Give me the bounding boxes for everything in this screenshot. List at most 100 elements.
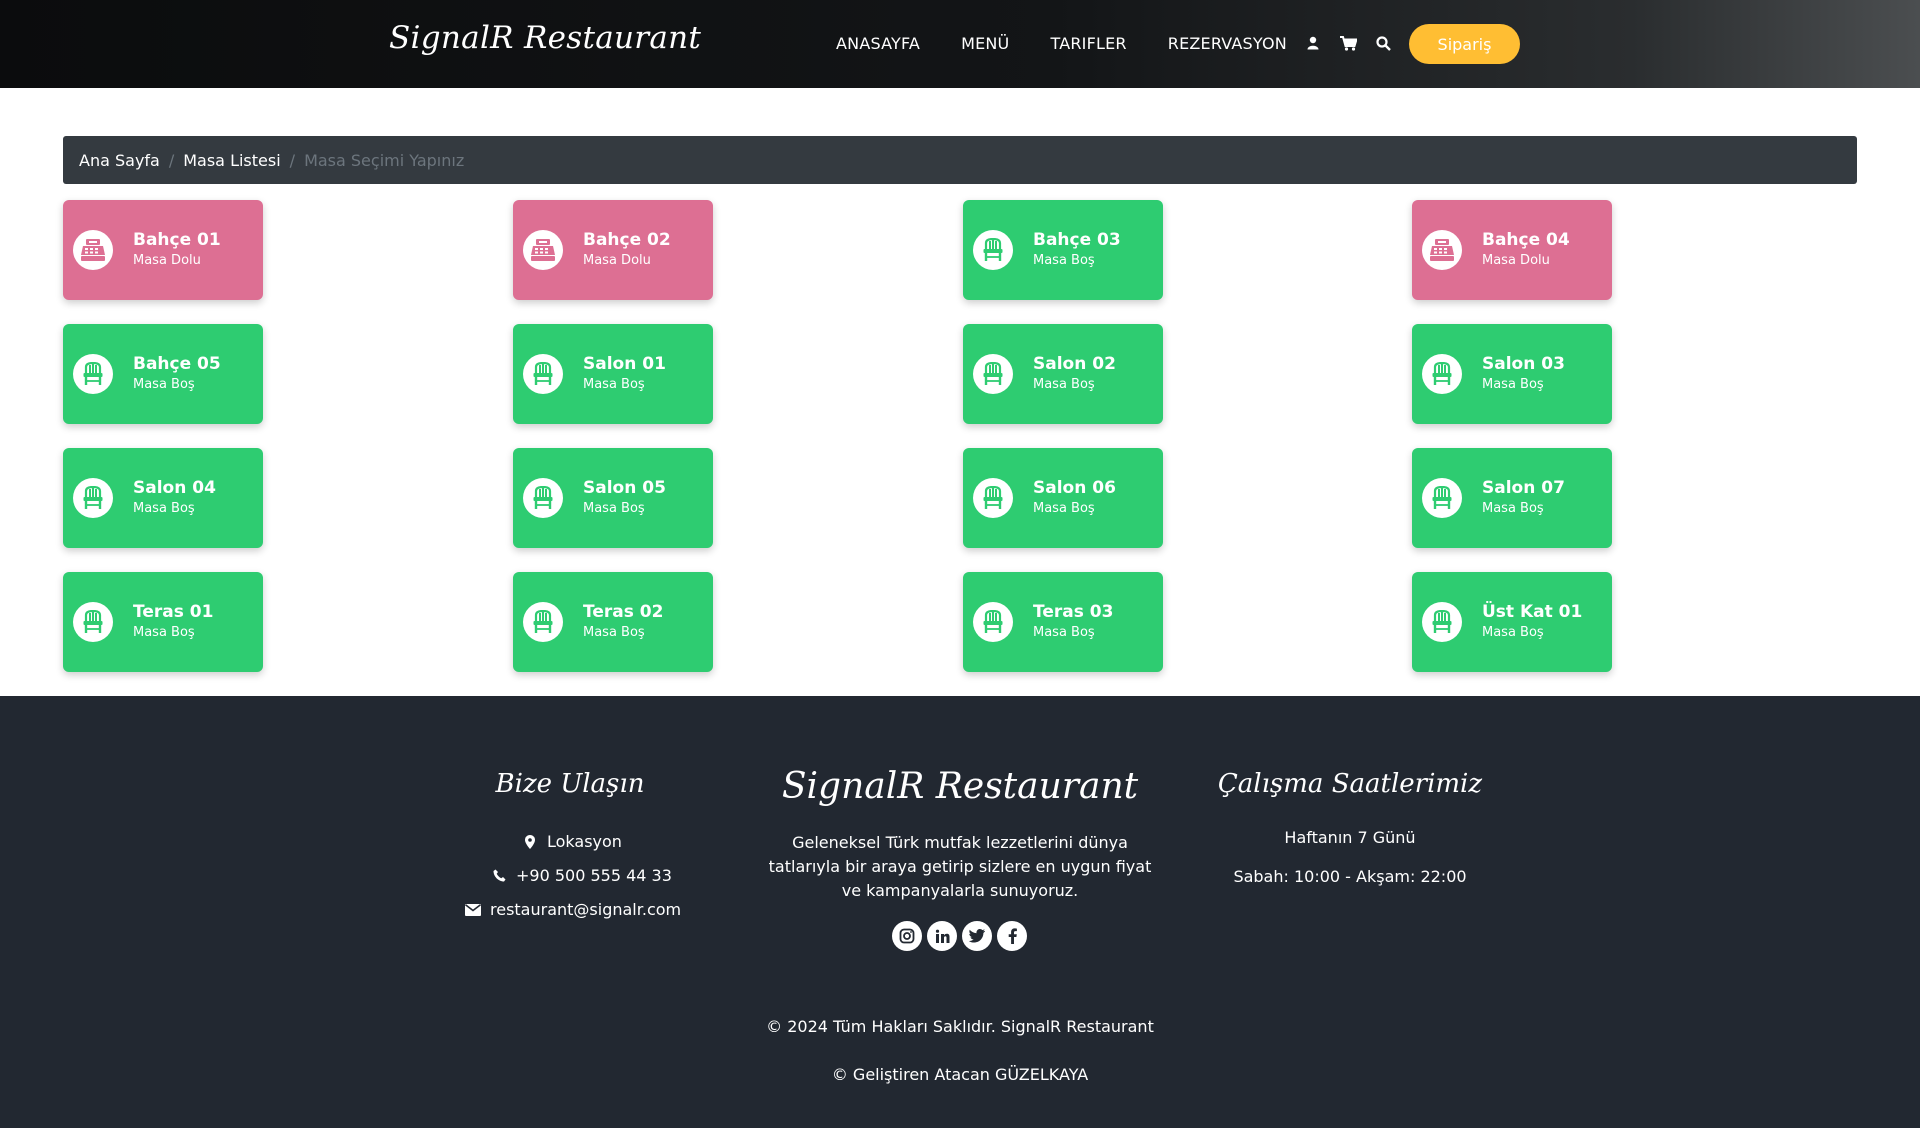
table-card-free[interactable]: Salon 05 Masa Boş: [513, 448, 713, 548]
envelope-icon: [464, 901, 482, 919]
table-status: Masa Boş: [1482, 501, 1544, 516]
table-name: Teras 01: [133, 602, 214, 622]
table-card-free[interactable]: Teras 02 Masa Boş: [513, 572, 713, 672]
about-line: ve kampanyalarla sunuyoruz.: [841, 881, 1079, 900]
email-link[interactable]: restaurant@signalr.com: [464, 900, 681, 919]
chair-icon: [973, 354, 1013, 394]
linkedin-icon[interactable]: [927, 921, 957, 951]
cash-register-icon: [523, 230, 563, 270]
nav-menu[interactable]: MENÜ: [961, 34, 1009, 53]
footer-brand: SignalR Restaurant: [781, 766, 1139, 807]
search-icon[interactable]: [1373, 33, 1393, 53]
table-name: Salon 06: [1033, 478, 1116, 498]
table-name: Salon 02: [1033, 354, 1116, 374]
instagram-icon[interactable]: [892, 921, 922, 951]
phone-text: +90 500 555 44 33: [516, 866, 672, 885]
table-card-free[interactable]: Salon 02 Masa Boş: [963, 324, 1163, 424]
table-status: Masa Boş: [583, 501, 645, 516]
breadcrumb-current: Masa Seçimi Yapınız: [304, 150, 465, 170]
table-card-free[interactable]: Salon 01 Masa Boş: [513, 324, 713, 424]
chair-icon: [1422, 354, 1462, 394]
table-status: Masa Boş: [1033, 501, 1095, 516]
table-name: Üst Kat 01: [1482, 602, 1583, 622]
table-card-free[interactable]: Salon 03 Masa Boş: [1412, 324, 1612, 424]
table-card-occupied[interactable]: Bahçe 04 Masa Dolu: [1412, 200, 1612, 300]
table-card-free[interactable]: Teras 03 Masa Boş: [963, 572, 1163, 672]
about-text: Geleneksel Türk mutfak lezzetlerini düny…: [740, 831, 1180, 903]
cash-register-icon: [1422, 230, 1462, 270]
table-status: Masa Boş: [1033, 625, 1095, 640]
brand-logo[interactable]: SignalR Restaurant: [389, 20, 701, 56]
site-footer: [0, 696, 1920, 1128]
table-card-occupied[interactable]: Bahçe 01 Masa Dolu: [63, 200, 263, 300]
table-name: Salon 04: [133, 478, 216, 498]
social-links: [892, 921, 1032, 951]
breadcrumb-separator: /: [168, 150, 175, 170]
chair-icon: [73, 602, 113, 642]
email-text: restaurant@signalr.com: [490, 900, 682, 919]
copyright-text: © 2024 Tüm Hakları Saklıdır. SignalR Res…: [766, 1017, 1154, 1036]
table-status: Masa Boş: [1033, 377, 1095, 392]
table-card-free[interactable]: Salon 06 Masa Boş: [963, 448, 1163, 548]
chair-icon: [523, 602, 563, 642]
chair-icon: [523, 478, 563, 518]
table-card-free[interactable]: Salon 07 Masa Boş: [1412, 448, 1612, 548]
hours-title: Çalışma Saatlerimiz: [1217, 769, 1483, 799]
table-card-free[interactable]: Üst Kat 01 Masa Boş: [1412, 572, 1612, 672]
table-name: Bahçe 05: [133, 354, 221, 374]
cash-register-icon: [73, 230, 113, 270]
table-name: Salon 03: [1482, 354, 1565, 374]
table-name: Salon 05: [583, 478, 666, 498]
table-status: Masa Boş: [1482, 625, 1544, 640]
order-button[interactable]: Sipariş: [1409, 24, 1520, 64]
about-line: Geleneksel Türk mutfak lezzetlerini düny…: [792, 833, 1128, 852]
breadcrumb-table-list[interactable]: Masa Listesi: [183, 151, 280, 170]
table-name: Bahçe 01: [133, 230, 221, 250]
hours-time: Sabah: 10:00 - Akşam: 22:00: [1233, 867, 1467, 886]
breadcrumb-home[interactable]: Ana Sayfa: [79, 151, 160, 170]
twitter-icon[interactable]: [962, 921, 992, 951]
table-name: Bahçe 02: [583, 230, 671, 250]
table-name: Salon 01: [583, 354, 666, 374]
contact-title: Bize Ulaşın: [495, 769, 645, 799]
nav-home[interactable]: ANASAYFA: [836, 34, 920, 53]
user-icon[interactable]: [1303, 33, 1323, 53]
chair-icon: [73, 478, 113, 518]
chair-icon: [523, 354, 563, 394]
table-card-free[interactable]: Bahçe 03 Masa Boş: [963, 200, 1163, 300]
location-text: Lokasyon: [547, 832, 622, 851]
nav-reservation[interactable]: REZERVASYON: [1168, 34, 1287, 53]
chair-icon: [973, 602, 1013, 642]
table-name: Salon 07: [1482, 478, 1565, 498]
table-name: Bahçe 03: [1033, 230, 1121, 250]
chair-icon: [1422, 478, 1462, 518]
table-name: Teras 02: [583, 602, 664, 622]
table-name: Teras 03: [1033, 602, 1114, 622]
table-status: Masa Boş: [133, 377, 195, 392]
table-status: Masa Dolu: [133, 253, 201, 268]
chair-icon: [973, 230, 1013, 270]
table-status: Masa Boş: [1033, 253, 1095, 268]
hours-days: Haftanın 7 Günü: [1284, 828, 1416, 847]
phone-icon: [490, 867, 508, 885]
table-card-free[interactable]: Bahçe 05 Masa Boş: [63, 324, 263, 424]
table-card-free[interactable]: Teras 01 Masa Boş: [63, 572, 263, 672]
cart-icon[interactable]: [1338, 33, 1358, 53]
table-card-free[interactable]: Salon 04 Masa Boş: [63, 448, 263, 548]
table-status: Masa Boş: [133, 625, 195, 640]
table-status: Masa Boş: [1482, 377, 1544, 392]
developer-credit: © Geliştiren Atacan GÜZELKAYA: [831, 1065, 1089, 1084]
site-header: SignalR Restaurant ANASAYFA MENÜ TARIFLE…: [0, 0, 1920, 88]
phone-link[interactable]: +90 500 555 44 33: [490, 866, 672, 885]
table-card-occupied[interactable]: Bahçe 02 Masa Dolu: [513, 200, 713, 300]
facebook-icon[interactable]: [997, 921, 1027, 951]
nav-recipes[interactable]: TARIFLER: [1050, 34, 1126, 53]
map-marker-icon: [521, 833, 539, 851]
location-link[interactable]: Lokasyon: [521, 832, 622, 851]
table-status: Masa Boş: [133, 501, 195, 516]
about-line: tatlarıyla bir araya getirip sizlere en …: [768, 857, 1152, 876]
main-nav: ANASAYFA MENÜ TARIFLER REZERVASYON: [836, 34, 1328, 53]
table-status: Masa Dolu: [583, 253, 651, 268]
table-status: Masa Dolu: [1482, 253, 1550, 268]
chair-icon: [1422, 602, 1462, 642]
